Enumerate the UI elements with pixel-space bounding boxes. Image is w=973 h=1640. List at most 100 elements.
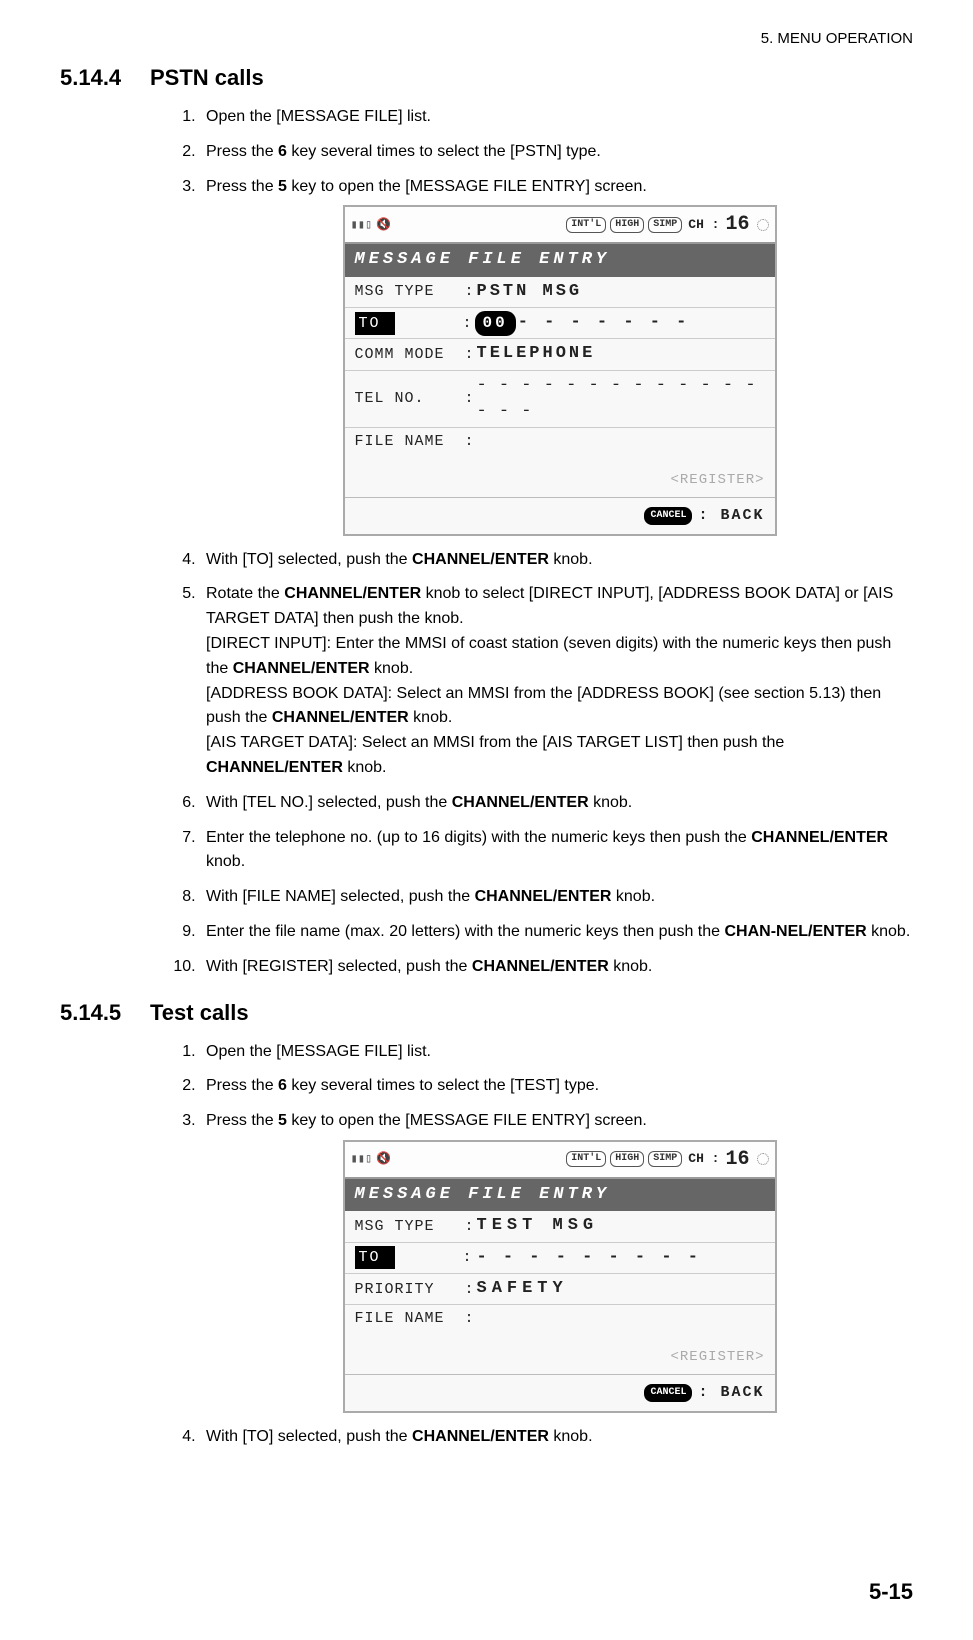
high-pill: HIGH: [610, 1151, 644, 1167]
step: Press the 5 key to open the [MESSAGE FIL…: [200, 1109, 913, 1412]
knob-name: CHANNEL/ENTER: [412, 551, 549, 568]
section-title: PSTN calls: [150, 65, 913, 91]
loading-icon: [757, 1153, 769, 1165]
step-text: key to open the [MESSAGE FILE ENTRY] scr…: [287, 1112, 647, 1129]
field-label: TO: [355, 1246, 395, 1269]
steps-list-pstn: Open the [MESSAGE FILE] list. Press the …: [170, 105, 913, 980]
field-rows: MSG TYPE : PSTN MSG TO : 00 - - - - - - …: [345, 277, 775, 456]
device-screen-pstn: ▮▮▯ 🔇 INT'L HIGH SIMP CH : 16 MESSAGE FI…: [343, 205, 777, 535]
step: Open the [MESSAGE FILE] list.: [200, 1040, 913, 1065]
step-text: knob.: [206, 853, 245, 870]
field-value: TEST MSG: [477, 1213, 765, 1239]
field-label: FILE NAME: [355, 430, 465, 453]
step-text: knob.: [589, 794, 633, 811]
cancel-button[interactable]: CANCEL: [644, 507, 692, 525]
speaker-icon: 🔇: [376, 216, 391, 235]
step: Press the 6 key several times to select …: [200, 140, 913, 165]
channel-label: CH :: [688, 1149, 719, 1169]
step: Rotate the CHANNEL/ENTER knob to select …: [200, 582, 913, 780]
step: With [TEL NO.] selected, push the CHANNE…: [200, 791, 913, 816]
field-label: PRIORITY: [355, 1278, 465, 1301]
channel-label: CH :: [688, 215, 719, 235]
channel-number: 16: [725, 209, 749, 240]
field-value: SAFETY: [477, 1276, 765, 1302]
intl-pill: INT'L: [566, 217, 606, 233]
knob-name: CHANNEL/ENTER: [452, 794, 589, 811]
colon: :: [465, 387, 477, 410]
key-5: 5: [278, 178, 287, 195]
row-tel-no: TEL NO. : - - - - - - - - - - - - - - - …: [345, 371, 775, 429]
chapter-header: 5. MENU OPERATION: [60, 30, 913, 47]
colon: :: [465, 1278, 477, 1301]
knob-name: CHANNEL/ENTER: [472, 958, 609, 975]
register-link[interactable]: <REGISTER>: [345, 1333, 775, 1376]
step-text: knob.: [409, 709, 453, 726]
step-text: With [REGISTER] selected, push the: [206, 958, 472, 975]
signal-icon: ▮▮▯: [351, 1150, 373, 1169]
colon: :: [465, 1307, 477, 1330]
row-to[interactable]: TO : - - - - - - - - -: [345, 1243, 775, 1274]
step: With [FILE NAME] selected, push the CHAN…: [200, 885, 913, 910]
field-label: FILE NAME: [355, 1307, 465, 1330]
step-text: knob.: [549, 551, 593, 568]
section-number: 5.14.4: [60, 65, 150, 91]
step-text: knob.: [549, 1428, 593, 1445]
step-text: Open the [MESSAGE FILE] list.: [206, 108, 431, 125]
screen-title: MESSAGE FILE ENTRY: [345, 244, 775, 276]
row-msg-type: MSG TYPE : PSTN MSG: [345, 277, 775, 308]
simp-pill: SIMP: [648, 1151, 682, 1167]
status-left: ▮▮▯ 🔇: [351, 216, 392, 235]
knob-name: CHANNEL/ENTER: [284, 585, 421, 602]
step-text: Rotate the: [206, 585, 284, 602]
step-text: knob.: [611, 888, 655, 905]
screen-footer: CANCEL : BACK: [345, 498, 775, 533]
field-value: TELEPHONE: [477, 341, 765, 367]
colon: :: [463, 1246, 475, 1269]
step-text: With [TEL NO.] selected, push the: [206, 794, 452, 811]
knob-name: CHANNEL/ENTER: [412, 1428, 549, 1445]
step-text: With [TO] selected, push the: [206, 551, 412, 568]
row-comm-mode: COMM MODE : TELEPHONE: [345, 339, 775, 370]
step-text: knob.: [609, 958, 653, 975]
colon: :: [465, 343, 477, 366]
section-heading-test: 5.14.5 Test calls: [60, 1000, 913, 1026]
loading-icon: [757, 219, 769, 231]
knob-name: CHANNEL/ENTER: [751, 829, 888, 846]
signal-icon: ▮▮▯: [351, 216, 373, 235]
status-right: INT'L HIGH SIMP CH : 16: [566, 209, 768, 240]
key-6: 6: [278, 143, 287, 160]
status-bar: ▮▮▯ 🔇 INT'L HIGH SIMP CH : 16: [345, 1142, 775, 1179]
key-5: 5: [278, 1112, 287, 1129]
knob-name: CHANNEL/ENTER: [272, 709, 409, 726]
step-text: With [TO] selected, push the: [206, 1428, 412, 1445]
field-label: MSG TYPE: [355, 280, 465, 303]
step: Enter the file name (max. 20 letters) wi…: [200, 920, 913, 945]
step-text: key several times to select the [TEST] t…: [287, 1077, 599, 1094]
colon: :: [465, 1215, 477, 1238]
knob-name: CHANNEL/ENTER: [206, 759, 343, 776]
screen-footer: CANCEL : BACK: [345, 1375, 775, 1410]
register-link[interactable]: <REGISTER>: [345, 456, 775, 499]
knob-name: CHANNEL/ENTER: [233, 660, 370, 677]
step-text: [AIS TARGET DATA]: Select an MMSI from t…: [206, 734, 784, 751]
step-text: With [FILE NAME] selected, push the: [206, 888, 475, 905]
row-to[interactable]: TO : 00 - - - - - - -: [345, 308, 775, 339]
field-label: TEL NO.: [355, 387, 465, 410]
step-text: knob.: [867, 923, 911, 940]
back-label: : BACK: [698, 1381, 764, 1404]
section-title: Test calls: [150, 1000, 913, 1026]
step-text: Press the: [206, 143, 278, 160]
colon: :: [465, 430, 477, 453]
step-text: knob.: [343, 759, 387, 776]
high-pill: HIGH: [610, 217, 644, 233]
key-6: 6: [278, 1077, 287, 1094]
to-value-dash: - - - - - - - - -: [477, 1245, 701, 1271]
device-screen-test: ▮▮▯ 🔇 INT'L HIGH SIMP CH : 16 MESSAGE FI…: [343, 1140, 777, 1413]
step-text: Press the: [206, 1077, 278, 1094]
step-text: Open the [MESSAGE FILE] list.: [206, 1043, 431, 1060]
intl-pill: INT'L: [566, 1151, 606, 1167]
row-msg-type: MSG TYPE : TEST MSG: [345, 1211, 775, 1242]
status-bar: ▮▮▯ 🔇 INT'L HIGH SIMP CH : 16: [345, 207, 775, 244]
cancel-button[interactable]: CANCEL: [644, 1384, 692, 1402]
screen-title: MESSAGE FILE ENTRY: [345, 1179, 775, 1211]
